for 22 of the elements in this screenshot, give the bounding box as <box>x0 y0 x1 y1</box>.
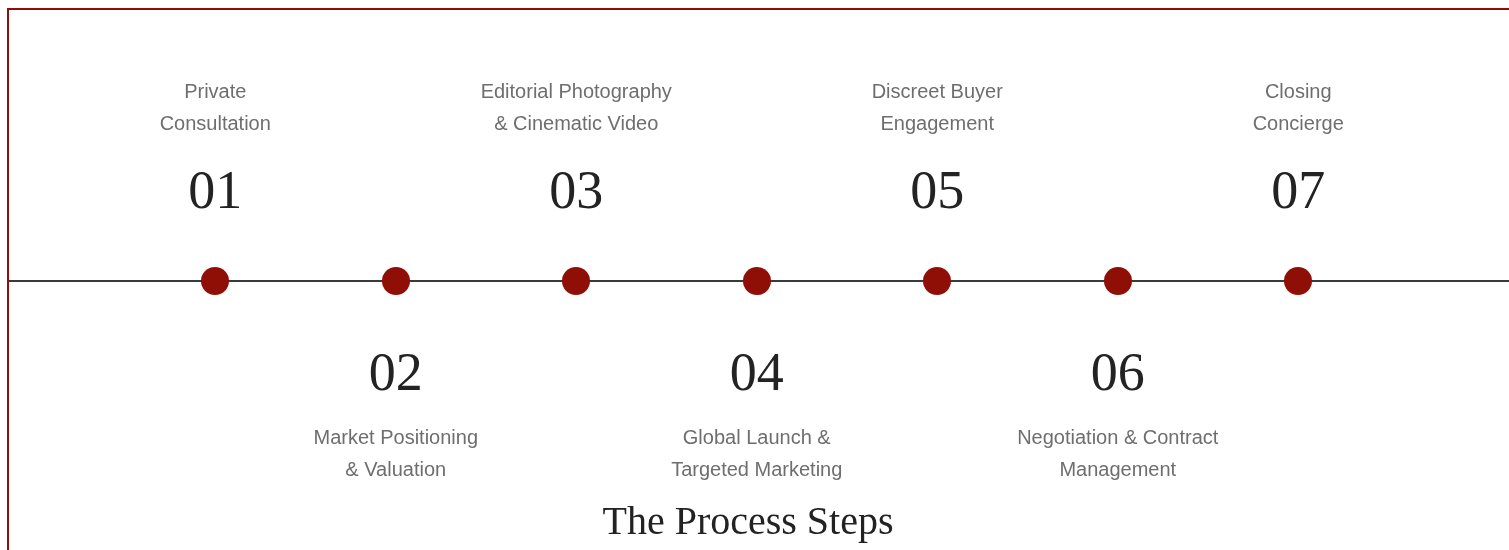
step-number: 03 <box>549 160 604 220</box>
timeline-dot <box>201 267 230 295</box>
step-number: 04 <box>729 342 784 402</box>
step-number: 02 <box>368 342 423 402</box>
timeline-dot <box>923 267 952 295</box>
step-label: Editorial Photography & Cinematic Video <box>480 79 672 136</box>
step-label: Discreet Buyer Engagement <box>871 79 1003 136</box>
timeline-dot <box>742 267 771 295</box>
step-label: Global Launch & Targeted Marketing <box>671 425 843 482</box>
step-label: Negotiation & Contract Management <box>1017 425 1219 482</box>
timeline-dot <box>562 267 591 295</box>
step-number: 06 <box>1090 342 1145 402</box>
step-label: Private Consultation <box>159 79 271 136</box>
section-title: The Process Steps <box>601 499 895 543</box>
step-number: 07 <box>1271 160 1326 220</box>
step-number: 01 <box>188 160 243 220</box>
timeline-dot <box>1284 267 1313 295</box>
timeline-dot <box>381 267 410 295</box>
step-label: Closing Concierge <box>1252 79 1344 136</box>
step-number: 05 <box>910 160 965 220</box>
timeline-dot <box>1103 267 1132 295</box>
step-label: Market Positioning & Valuation <box>313 425 478 482</box>
